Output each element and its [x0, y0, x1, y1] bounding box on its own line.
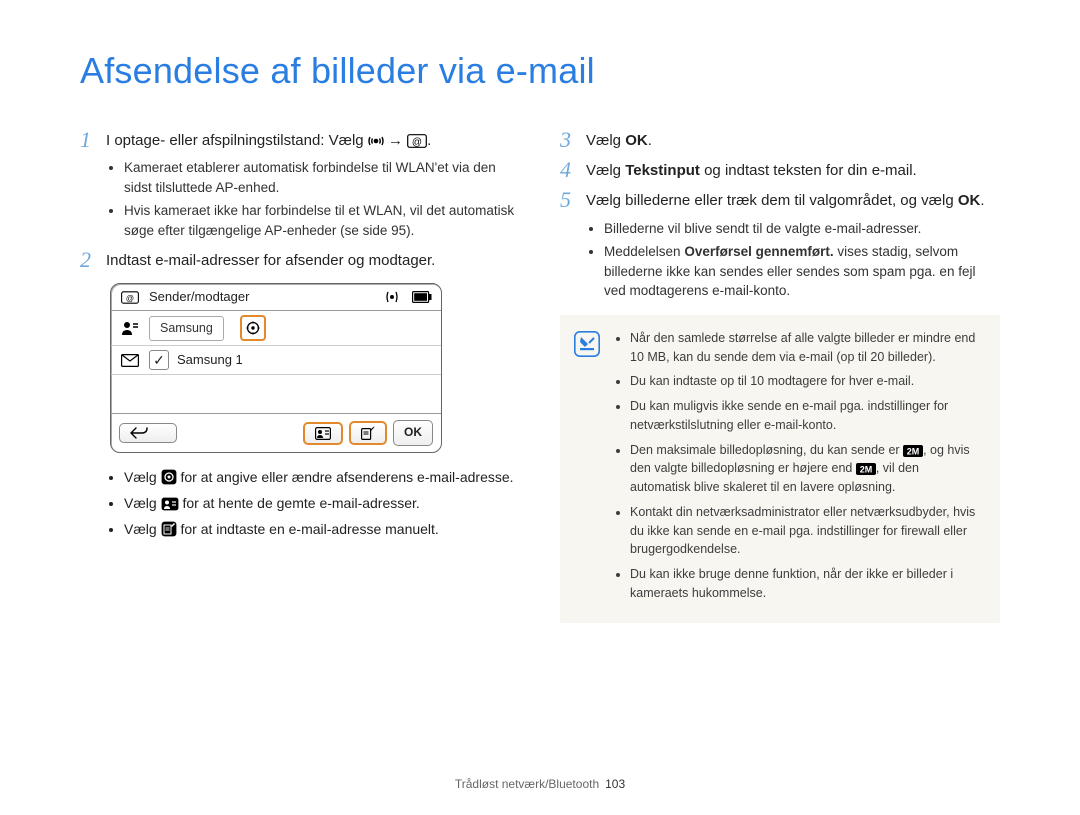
svg-text:2M: 2M [907, 446, 920, 456]
camera-contacts-button[interactable] [303, 422, 343, 445]
step-2-icon-bullets: Vælg for at angive eller ændre afsendere… [80, 467, 520, 540]
step-4-text: Vælg Tekstinput og indtast teksten for d… [586, 158, 1000, 182]
step-number-3: 3 [560, 128, 586, 152]
note-icon [574, 329, 600, 609]
camera-compose-button[interactable] [349, 421, 387, 445]
contacts-card-icon [315, 427, 331, 440]
step-number-5: 5 [560, 188, 586, 212]
sender-value: Samsung [149, 316, 224, 340]
back-arrow-icon [130, 427, 148, 439]
compose-boxed-icon [161, 521, 177, 537]
camera-ok-button[interactable]: OK [393, 420, 433, 445]
battery-icon [411, 291, 433, 303]
step-number-4: 4 [560, 158, 586, 182]
gear-boxed-icon [161, 469, 177, 485]
note-box: Når den samlede størrelse af alle valgte… [560, 315, 1000, 623]
camera-header-label: Sender/modtager [149, 288, 249, 307]
svg-text:2M: 2M [860, 465, 873, 475]
step-2-text: Indtast e-mail-adresser for afsender og … [106, 248, 520, 272]
step-5-bullets: Billederne vil blive sendt til de valgte… [560, 219, 1000, 301]
step-number-2: 2 [80, 248, 106, 272]
svg-text:@: @ [126, 294, 134, 303]
resolution-2m-icon: 2M [903, 445, 923, 457]
compose-icon [361, 426, 375, 440]
email-at-icon: @ [407, 134, 427, 148]
note-list: Når den samlede størrelse af alle valgte… [612, 329, 982, 609]
sender-settings-button[interactable] [240, 315, 266, 341]
receiver-value: Samsung 1 [177, 351, 243, 370]
gear-icon [246, 321, 260, 335]
wireless-icon [368, 134, 384, 148]
email-at-small-icon: @ [119, 291, 141, 304]
step-3-text: Vælg OK. [586, 128, 1000, 152]
contacts-card-boxed-icon [161, 497, 179, 511]
resolution-2m-icon: 2M [856, 463, 876, 475]
camera-screen: @ Sender/modtager Samsung [110, 283, 442, 453]
svg-text:@: @ [412, 137, 422, 148]
step-1-bullets: Kameraet etablerer automatisk forbindels… [80, 158, 520, 240]
step-number-1: 1 [80, 128, 106, 152]
envelope-icon [119, 354, 141, 367]
page-footer: Trådløst netværk/Bluetooth103 [0, 777, 1080, 791]
step-5-text: Vælg billederne eller træk dem til valgo… [586, 188, 1000, 212]
sender-icon [119, 320, 141, 336]
step-1-text: I optage- eller afspilningstilstand: Væl… [106, 128, 520, 152]
page-title: Afsendelse af billeder via e-mail [80, 50, 1000, 92]
signal-icon [381, 290, 403, 304]
receiver-checkbox[interactable]: ✓ [149, 350, 169, 370]
camera-back-button[interactable] [119, 423, 177, 443]
